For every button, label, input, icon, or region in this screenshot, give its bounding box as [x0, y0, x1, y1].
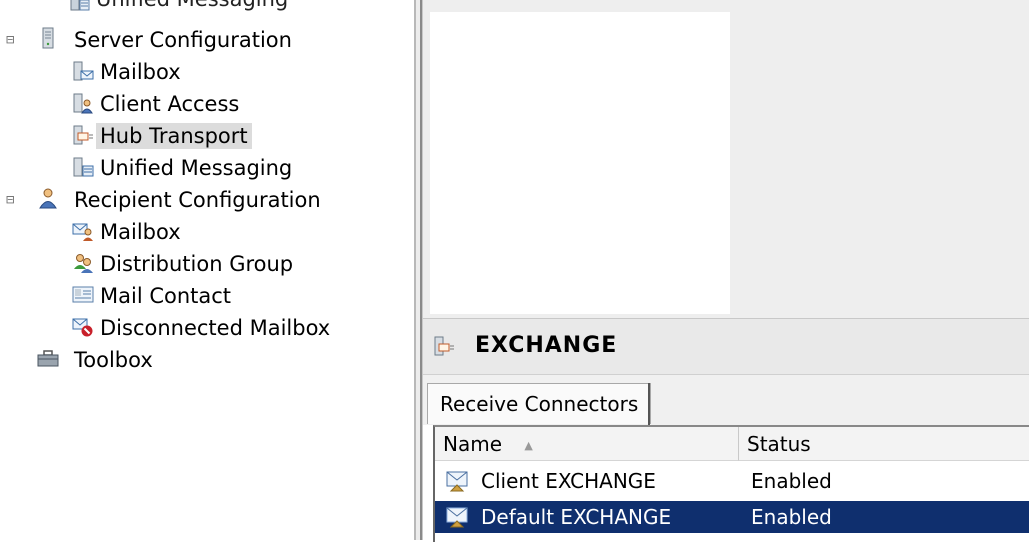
tree-item-disconnected-mailbox[interactable]: Disconnected Mailbox	[100, 315, 330, 341]
receive-connector-icon	[446, 471, 468, 492]
column-header-name[interactable]: Name ▲	[435, 427, 739, 461]
unified-messaging-icon	[73, 157, 94, 177]
tree-item-recipient-configuration[interactable]: Recipient Configuration	[74, 187, 321, 213]
mailbox-server-icon	[73, 61, 94, 81]
connector-status: Enabled	[751, 469, 832, 493]
hub-transport-icon	[434, 336, 454, 356]
disconnected-mailbox-icon	[72, 318, 93, 337]
receive-connectors-list[interactable]: Name ▲ Status Client EXCHANGE Enabled De…	[433, 425, 1029, 542]
column-header-status[interactable]: Status	[739, 427, 1029, 461]
column-header-label: Status	[747, 432, 811, 456]
connector-status: Enabled	[751, 505, 832, 529]
work-pane-header: EXCHANGE	[423, 318, 1029, 375]
tree-item-client-access[interactable]: Client Access	[100, 91, 239, 117]
connector-name: Default EXCHANGE	[481, 505, 672, 529]
column-header-label: Name	[443, 432, 503, 456]
tab-receive-connectors[interactable]: Receive Connectors	[427, 383, 652, 424]
tree-item-label: Unified Messaging	[96, 0, 288, 12]
tab-strip: Receive Connectors	[423, 374, 1029, 425]
distribution-group-icon	[74, 254, 93, 273]
table-row-selected[interactable]: Default EXCHANGE Enabled	[435, 501, 1029, 533]
tree-item-recipient-mailbox[interactable]: Mailbox	[100, 219, 181, 245]
tree-item-server-configuration[interactable]: Server Configuration	[74, 27, 292, 53]
receive-connector-icon	[446, 507, 468, 528]
recipient-icon	[39, 188, 57, 209]
tree-item-mail-contact[interactable]: Mail Contact	[100, 283, 231, 309]
tree-item-server-mailbox[interactable]: Mailbox	[100, 59, 181, 85]
toolbox-icon	[37, 350, 59, 367]
client-access-icon	[73, 93, 93, 114]
sort-ascending-icon: ▲	[524, 438, 533, 452]
server-icon	[42, 27, 54, 49]
server-title: EXCHANGE	[475, 333, 618, 358]
tree-item-toolbox[interactable]: Toolbox	[74, 347, 153, 373]
unified-messaging-icon	[70, 0, 90, 11]
tree-item-unified-messaging[interactable]: Unified Messaging	[100, 155, 292, 181]
pane-splitter[interactable]	[414, 0, 423, 540]
tab-edge	[648, 383, 650, 425]
table-row[interactable]: Client EXCHANGE Enabled	[435, 465, 1029, 497]
results-pane	[430, 12, 730, 314]
hub-transport-icon	[73, 125, 93, 145]
tree-item-distribution-group[interactable]: Distribution Group	[100, 251, 293, 277]
collapse-toggle-recipient-configuration[interactable]: ⊟	[6, 193, 18, 207]
connector-name: Client EXCHANGE	[481, 469, 656, 493]
recipient-mailbox-icon	[72, 223, 93, 241]
mail-contact-icon	[72, 286, 94, 303]
collapse-toggle-server-configuration[interactable]: ⊟	[6, 33, 18, 47]
tree-item-hub-transport[interactable]: Hub Transport	[96, 123, 252, 149]
